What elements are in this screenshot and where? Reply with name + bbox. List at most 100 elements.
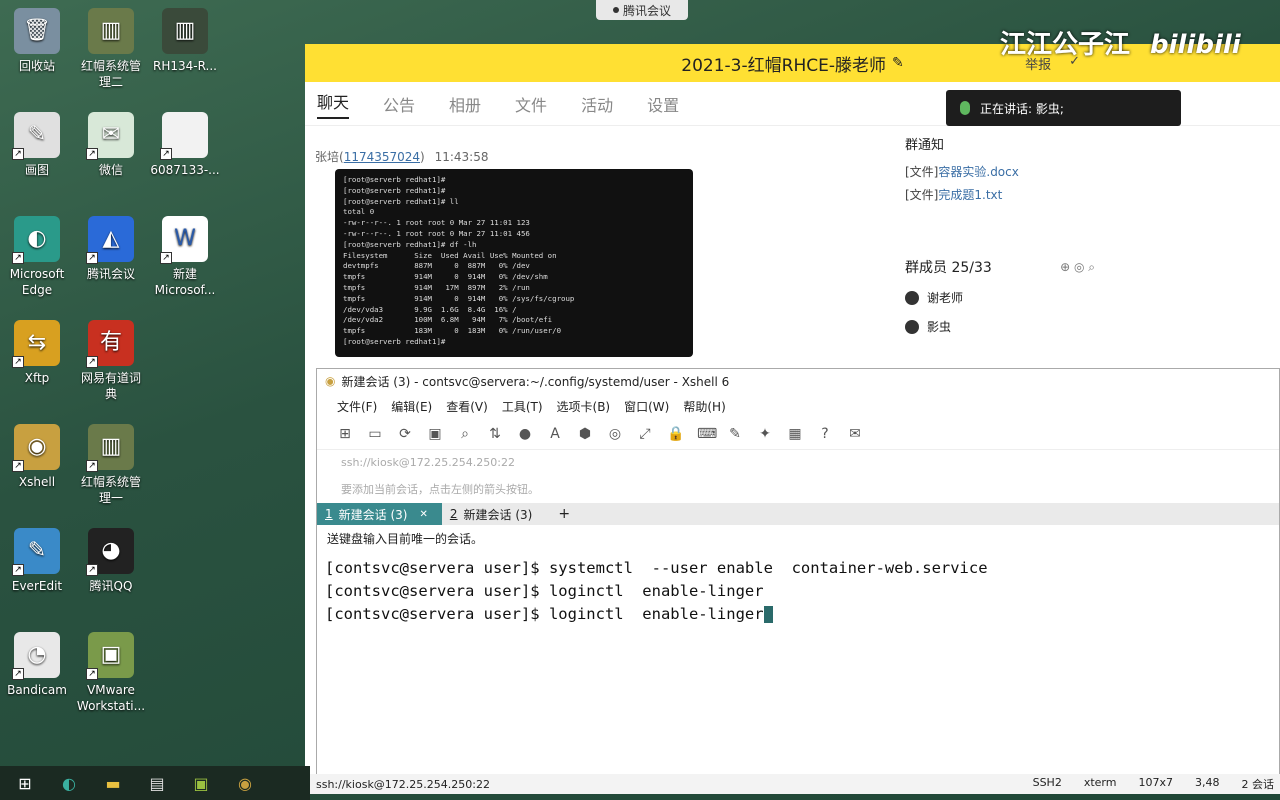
member-tools-icon[interactable]: ⊕ ◎ ⌕ [1060, 260, 1095, 275]
xshell-toolbar: ⊞ ▭ ⟳ ▣ ⌕ ⇅ ● A ⬢ ◎ ⤢ 🔒 ⌨ ✎ ✦ ▦ ? ✉ [317, 419, 1279, 449]
session-tabs: 1 新建会话 (3) ✕ 2 新建会话 (3) + [317, 503, 1279, 525]
desktop-icon[interactable]: ↗ 6087133-... [150, 112, 220, 178]
search-icon[interactable]: ⌕ [457, 426, 473, 442]
member-item[interactable]: 影虫 [905, 318, 1095, 335]
highlight-icon[interactable]: ✦ [757, 426, 773, 442]
new-session-icon[interactable]: ⊞ [337, 426, 353, 442]
desktop-icon[interactable]: W ↗ 新建 Microsof... [150, 216, 220, 298]
member-name: 谢老师 [927, 291, 964, 305]
desktop-icon[interactable]: ✎ ↗ EverEdit [2, 528, 72, 594]
desktop-icon[interactable]: ✉ ↗ 微信 [76, 112, 146, 178]
message-time: 11:43:58 [434, 150, 489, 164]
menu-item[interactable]: 帮助(H) [683, 398, 725, 415]
keyboard-icon[interactable]: ⌨ [697, 426, 717, 442]
desktop-icon[interactable]: ▥ 红帽系统管理二 [76, 8, 146, 90]
word-icon: W ↗ [160, 216, 208, 264]
xftp-icon[interactable]: ⬢ [577, 426, 593, 442]
desktop-icon[interactable]: ◉ ↗ Xshell [2, 424, 72, 490]
desktop-icon[interactable]: ▥ ↗ 红帽系统管理一 [76, 424, 146, 506]
desktop-icon[interactable]: 有 ↗ 网易有道词典 [76, 320, 146, 402]
members-header: 群成员 25/33 ⊕ ◎ ⌕ [905, 257, 1095, 277]
tab-files[interactable]: 文件 [515, 92, 547, 116]
open-folder-icon[interactable]: ▭ [367, 426, 383, 442]
script-icon[interactable]: ✎ [727, 426, 743, 442]
close-icon[interactable]: ✕ [419, 509, 427, 520]
menu-item[interactable]: 查看(V) [446, 398, 488, 415]
lock-icon[interactable]: 🔒 [667, 426, 684, 442]
xshell-icon: ◉ ↗ [12, 424, 60, 472]
send-keys-bar[interactable]: 送键盘输入目前唯一的会话。 [317, 525, 1279, 551]
transfer-icon[interactable]: ⇅ [487, 426, 503, 442]
notice-title: 群通知 [905, 138, 945, 153]
shortcut-arrow-icon: ↗ [86, 668, 98, 680]
record-icon[interactable]: ◎ [607, 426, 623, 442]
desktop-icon[interactable]: 🗑 回收站 [2, 8, 72, 74]
menu-item[interactable]: 工具(T) [502, 398, 543, 415]
file-prefix: [文件] [905, 188, 939, 202]
tab-session-1[interactable]: 1 新建会话 (3) ✕ [317, 503, 442, 525]
status-protocol: SSH2 [1032, 776, 1062, 789]
meeting-top-bar[interactable]: 腾讯会议 [596, 0, 688, 20]
desktop-icon[interactable]: ◕ ↗ 腾讯QQ [76, 528, 146, 594]
file-explorer-icon[interactable]: ▬ [102, 772, 124, 794]
color-scheme-icon[interactable]: ● [517, 426, 533, 442]
shortcut-arrow-icon: ↗ [12, 148, 24, 160]
desktop-icon[interactable]: ▣ ↗ VMware Workstati... [76, 632, 146, 714]
tab-notice[interactable]: 公告 [383, 92, 415, 116]
tab-number: 2 [449, 507, 458, 521]
sender-name: 张培( [315, 150, 344, 164]
group-file-item[interactable]: [文件]完成题1.txt [905, 186, 1095, 203]
menu-item[interactable]: 窗口(W) [624, 398, 669, 415]
new-tab-button[interactable]: + [546, 506, 582, 522]
vmware-taskbar-icon[interactable]: ▣ [190, 772, 212, 794]
terminal-output[interactable]: [contsvc@servera user]$ systemctl --user… [317, 551, 1279, 765]
properties-icon[interactable]: ▣ [427, 426, 443, 442]
layout-icon[interactable]: ▦ [787, 426, 803, 442]
menu-item[interactable]: 文件(F) [337, 398, 377, 415]
tab-chat[interactable]: 聊天 [317, 89, 349, 119]
member-item[interactable]: 谢老师 [905, 289, 1095, 306]
paint-taskbar-icon[interactable]: ▤ [146, 772, 168, 794]
desktop-icon[interactable]: ✎ ↗ 画图 [2, 112, 72, 178]
sender-qq-number[interactable]: 1174357024 [344, 150, 420, 164]
desktop-icon-label: 腾讯QQ [89, 579, 133, 593]
windows-start-icon[interactable]: ⊞ [14, 772, 36, 794]
tab-album[interactable]: 相册 [449, 92, 481, 116]
fullscreen-icon[interactable]: ⤢ [637, 426, 653, 442]
chat-icon[interactable]: ✉ [847, 426, 863, 442]
desktop-icon[interactable]: ▥ RH134-R... [150, 8, 220, 74]
shortcut-arrow-icon: ↗ [86, 148, 98, 160]
desktop-icon-label: 网易有道词典 [80, 371, 141, 401]
desktop-icon[interactable]: ◭ ↗ 腾讯会议 [76, 216, 146, 282]
terminal-screenshot-image[interactable]: [root@serverb redhat1]# [root@serverb red… [335, 169, 693, 357]
group-title: 2021-3-红帽RHCE-滕老师 [681, 55, 886, 76]
terminal-line: [contsvc@servera user]$ loginctl enable-… [325, 582, 764, 600]
menu-item[interactable]: 选项卡(B) [557, 398, 611, 415]
reconnect-icon[interactable]: ⟳ [397, 426, 413, 442]
tab-activity[interactable]: 活动 [581, 92, 613, 116]
desktop-icon[interactable]: ⇆ ↗ Xftp [2, 320, 72, 386]
desktop-icon-label: 红帽系统管理一 [80, 475, 141, 505]
menu-item[interactable]: 编辑(E) [391, 398, 432, 415]
file-name[interactable]: 完成题1.txt [938, 188, 1002, 202]
meeting-label: 腾讯会议 [622, 3, 671, 18]
terminal-screenshot-line: [root@serverb redhat1]# [343, 336, 450, 346]
edge-taskbar-icon[interactable]: ◐ [58, 772, 80, 794]
edit-icon[interactable]: ✎ [892, 55, 904, 71]
help-icon[interactable]: ? [817, 426, 833, 442]
tab-session-2[interactable]: 2 新建会话 (3) [442, 503, 546, 525]
address-text: ssh://kiosk@172.25.254.250:22 [341, 456, 515, 469]
file-name[interactable]: 容器实验.docx [938, 165, 1018, 179]
tab-settings[interactable]: 设置 [647, 92, 679, 116]
font-icon[interactable]: A [547, 426, 563, 442]
terminal-screenshot-line: tmpfs 914M 17M 897M 2% /run [343, 282, 530, 292]
group-file-item[interactable]: [文件]容器实验.docx [905, 163, 1095, 180]
desktop-icon[interactable]: ◐ ↗ Microsoft Edge [2, 216, 72, 298]
recording-dot-icon [612, 7, 619, 13]
desktop-icon[interactable]: ◔ ↗ Bandicam [2, 632, 72, 698]
xshell-taskbar-icon[interactable]: ◉ [234, 772, 256, 794]
desktop-icon-label: 红帽系统管理二 [80, 59, 141, 89]
address-bar[interactable]: ssh://kiosk@172.25.254.250:22 [317, 449, 1279, 475]
desktop-icon-label: RH134-R... [153, 59, 217, 73]
status-sessions: 2 会话 [1241, 778, 1275, 791]
